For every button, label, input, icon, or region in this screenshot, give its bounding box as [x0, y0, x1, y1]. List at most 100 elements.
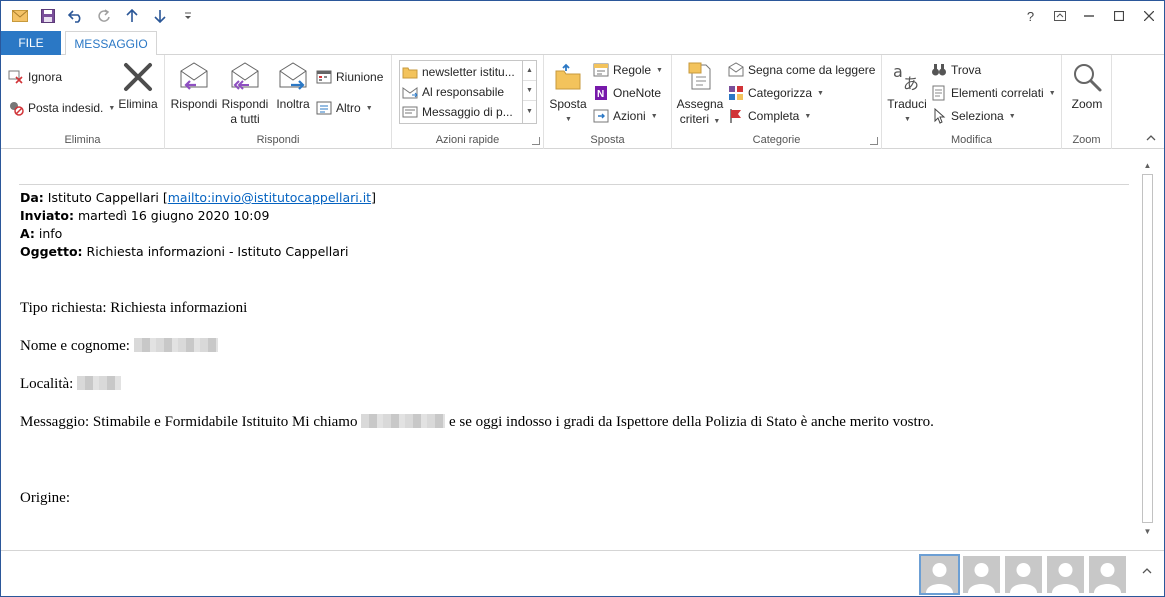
- related-items-icon: [931, 85, 947, 101]
- help-button[interactable]: ?: [1016, 1, 1045, 31]
- group-label-categorie: Categorie: [752, 134, 801, 146]
- redacted-location: [77, 376, 122, 390]
- posta-indesiderata-button[interactable]: Posta indesid. ▼: [8, 98, 115, 118]
- quick-access-toolbar: [7, 5, 201, 27]
- chevron-down-icon: ▼: [713, 118, 721, 125]
- group-label-rispondi: Rispondi: [256, 134, 300, 146]
- rules-icon: [593, 62, 609, 78]
- redacted-name: [133, 338, 218, 352]
- group-rispondi: Rispondi Rispondi a tutti Inoltra Riunio…: [165, 55, 392, 149]
- chevron-down-icon: ▼: [650, 112, 658, 120]
- message-line: Messaggio: Stimabile e Formidabile Istit…: [20, 414, 934, 430]
- seleziona-button[interactable]: Seleziona ▼: [931, 106, 1016, 126]
- send-to-manager-icon: [402, 87, 418, 99]
- regole-button[interactable]: Regole ▼: [593, 60, 663, 80]
- sent-line: Inviato: martedì 16 giugno 2020 10:09: [20, 208, 270, 223]
- categorizza-button[interactable]: Categorizza ▼: [728, 83, 824, 103]
- inoltra-button[interactable]: Inoltra: [272, 59, 314, 112]
- onenote-button[interactable]: N OneNote: [593, 83, 661, 103]
- traduci-button[interactable]: aあ Traduci ▼: [886, 59, 928, 127]
- sposta-button[interactable]: Sposta ▼: [548, 59, 588, 127]
- location-line: Località:: [20, 376, 122, 393]
- chevron-down-icon[interactable]: ▼: [523, 81, 536, 101]
- chevron-down-icon: ▼: [904, 116, 911, 123]
- zoom-button[interactable]: Zoom: [1068, 59, 1106, 112]
- avatar[interactable]: [1047, 556, 1084, 593]
- scroll-thumb[interactable]: [1142, 174, 1153, 523]
- mark-unread-icon: [728, 62, 744, 78]
- riunione-button[interactable]: Riunione: [316, 67, 383, 87]
- email-icon: [402, 106, 418, 118]
- down-arrow-icon[interactable]: [147, 5, 173, 27]
- scroll-up-icon[interactable]: ▲: [1139, 157, 1156, 174]
- customize-icon[interactable]: [175, 5, 201, 27]
- azioni-button[interactable]: Azioni ▼: [593, 106, 658, 126]
- folder-icon: [402, 67, 418, 79]
- chevron-down-icon: ▼: [365, 104, 373, 112]
- expand-people-pane-icon[interactable]: [1142, 565, 1152, 577]
- delete-icon: [120, 59, 156, 95]
- tab-file[interactable]: FILE: [1, 31, 61, 55]
- avatar[interactable]: [1005, 556, 1042, 593]
- elementi-correlati-button[interactable]: Elementi correlati ▼: [931, 83, 1056, 103]
- maximize-button[interactable]: [1104, 1, 1134, 31]
- undo-icon[interactable]: [63, 5, 89, 27]
- quick-steps-gallery: newsletter istitu... Al responsabile Mes…: [399, 60, 537, 124]
- chevron-down-icon: ▼: [804, 112, 812, 120]
- rispondi-a-tutti-button[interactable]: Rispondi a tutti: [220, 59, 270, 127]
- group-categorie: Assegna criteri ▼ Segna come da leggere …: [672, 55, 882, 149]
- ribbon-tabs: FILE MESSAGGIO: [1, 31, 1164, 56]
- title-bar: ?: [1, 1, 1164, 31]
- quick-step-item[interactable]: newsletter istitu...: [402, 62, 520, 82]
- from-mailto-link[interactable]: mailto:invio@istitutocappellari.it: [168, 190, 371, 205]
- segna-come-da-leggere-button[interactable]: Segna come da leggere: [728, 60, 875, 80]
- group-modifica: aあ Traduci ▼ Trova Elementi correlati ▼: [882, 55, 1062, 149]
- ignora-button[interactable]: Ignora: [8, 67, 62, 87]
- onenote-icon: N: [593, 85, 609, 101]
- people-pane: [1, 550, 1164, 596]
- flag-icon: [728, 108, 744, 124]
- group-label-zoom: Zoom: [1072, 134, 1101, 146]
- junk-icon: [8, 100, 24, 116]
- quick-step-item[interactable]: Al responsabile: [402, 82, 520, 102]
- save-icon[interactable]: [35, 5, 61, 27]
- group-zoom: Zoom Zoom: [1062, 55, 1112, 149]
- quick-step-item[interactable]: Messaggio di p...: [402, 102, 520, 122]
- minimize-button[interactable]: [1074, 1, 1104, 31]
- chevron-down-icon: ▼: [108, 104, 116, 112]
- outlook-message-window: ? FILE MESSAGGIO Ignora Posta indesid. ▼…: [0, 0, 1165, 597]
- close-button[interactable]: [1134, 1, 1164, 31]
- tab-messaggio[interactable]: MESSAGGIO: [65, 31, 157, 56]
- reply-all-icon: [227, 59, 263, 95]
- completa-button[interactable]: Completa ▼: [728, 106, 811, 126]
- scroll-down-icon[interactable]: ▼: [1139, 523, 1156, 540]
- avatar[interactable]: [1089, 556, 1126, 593]
- chevron-up-icon[interactable]: ▲: [523, 61, 536, 81]
- avatar[interactable]: [963, 556, 1000, 593]
- window-controls: ?: [1016, 1, 1164, 31]
- chevron-down-icon: ▼: [565, 116, 572, 123]
- ribbon-display-button[interactable]: [1045, 1, 1074, 31]
- group-label-sposta: Sposta: [590, 134, 625, 146]
- mail-icon: [7, 5, 33, 27]
- trova-button[interactable]: Trova: [931, 60, 981, 80]
- dialog-launcher-icon[interactable]: [870, 137, 878, 145]
- elimina-button[interactable]: Elimina: [116, 59, 160, 112]
- altro-button[interactable]: Altro ▼: [316, 98, 373, 118]
- dialog-launcher-icon[interactable]: [532, 137, 540, 145]
- name-line: Nome e cognome:: [20, 338, 218, 355]
- svg-text:あ: あ: [903, 74, 919, 93]
- group-label-azioni-rapide: Azioni rapide: [435, 134, 500, 146]
- cursor-icon: [931, 108, 947, 124]
- translate-icon: aあ: [889, 59, 925, 95]
- assegna-criteri-button[interactable]: Assegna criteri ▼: [676, 59, 724, 129]
- avatar[interactable]: [919, 554, 960, 595]
- collapse-ribbon-icon[interactable]: [1146, 132, 1156, 144]
- subject-line: Oggetto: Richiesta informazioni - Istitu…: [20, 244, 349, 259]
- gallery-more-icon[interactable]: ▼: [523, 101, 536, 121]
- vertical-scrollbar[interactable]: ▲ ▼: [1139, 157, 1156, 543]
- gallery-scroll[interactable]: ▲ ▼ ▼: [522, 61, 536, 123]
- rispondi-button[interactable]: Rispondi: [170, 59, 218, 112]
- up-arrow-icon[interactable]: [119, 5, 145, 27]
- redo-icon: [91, 5, 117, 27]
